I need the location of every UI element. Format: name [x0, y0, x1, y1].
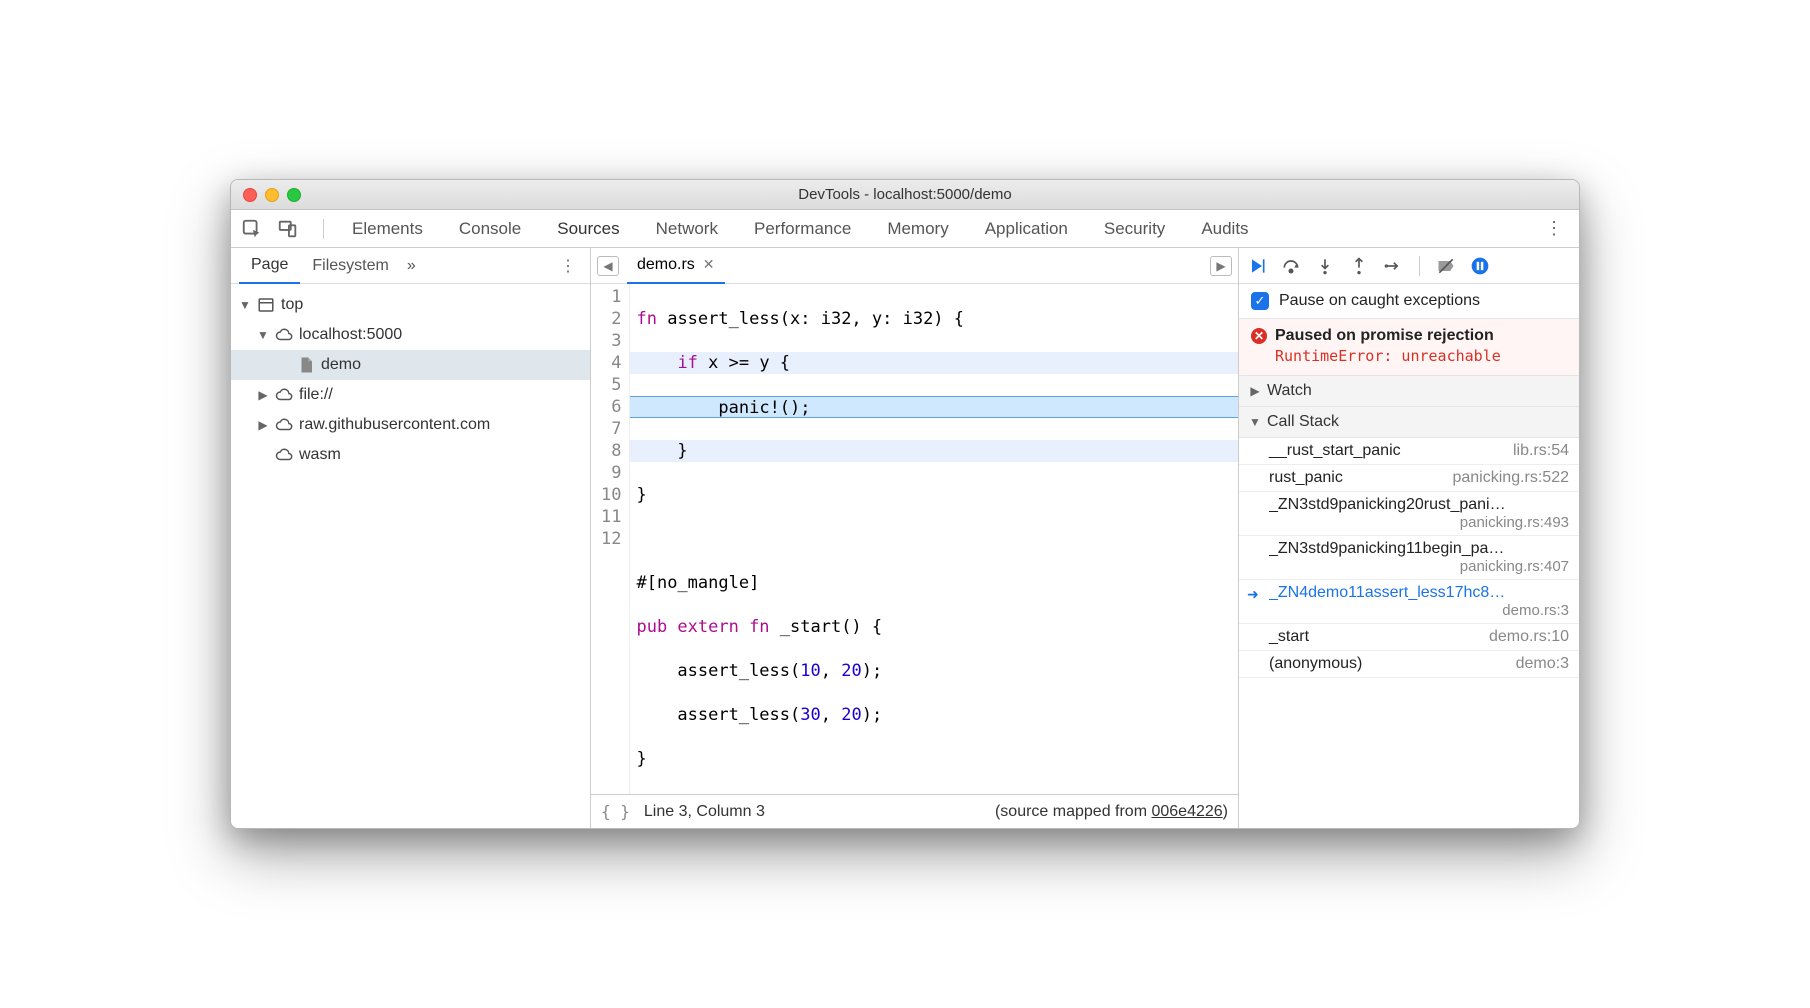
main-toolbar: Elements Console Sources Network Perform…	[231, 210, 1579, 248]
editor-statusbar: { } Line 3, Column 3 (source mapped from…	[591, 794, 1238, 828]
tree-label: wasm	[299, 446, 341, 464]
current-frame-icon: ➜	[1247, 586, 1259, 603]
tab-security[interactable]: Security	[1086, 219, 1183, 239]
tree-label: top	[281, 296, 303, 314]
sidebar-tabs-overflow[interactable]: »	[407, 257, 416, 275]
titlebar: DevTools - localhost:5000/demo	[231, 180, 1579, 210]
window-icon	[257, 296, 275, 314]
tree-label: localhost:5000	[299, 326, 402, 344]
callstack-frame[interactable]: _startdemo.rs:10	[1239, 624, 1579, 651]
tab-memory[interactable]: Memory	[869, 219, 966, 239]
pause-reason: ✕ Paused on promise rejection RuntimeErr…	[1239, 319, 1579, 376]
tree-label: file://	[299, 386, 333, 404]
nav-forward-icon[interactable]: ▶	[1210, 256, 1232, 276]
step-into-icon[interactable]	[1315, 256, 1335, 276]
debugger-pane: ✓ Pause on caught exceptions ✕ Paused on…	[1239, 248, 1579, 828]
inspect-icon[interactable]	[241, 218, 263, 240]
file-tab-label: demo.rs	[637, 256, 695, 274]
code-content[interactable]: fn assert_less(x: i32, y: i32) { if x >=…	[630, 284, 1238, 794]
code-editor: ◀ demo.rs ✕ ▶ 123456789101112 fn assert_…	[591, 248, 1239, 828]
tree-file-demo[interactable]: demo	[231, 350, 590, 380]
pause-caught-label: Pause on caught exceptions	[1279, 292, 1480, 310]
deactivate-breakpoints-icon[interactable]	[1436, 256, 1456, 276]
source-map-label: (source mapped from 006e4226)	[995, 803, 1228, 821]
tree-top[interactable]: ▼ top	[231, 290, 590, 320]
sidebar-kebab-icon[interactable]: ⋮	[554, 256, 582, 276]
cloud-icon	[275, 446, 293, 464]
cloud-icon	[275, 416, 293, 434]
tree-origin[interactable]: wasm	[231, 440, 590, 470]
cloud-icon	[275, 386, 293, 404]
tab-sources[interactable]: Sources	[539, 219, 637, 239]
callstack-frame[interactable]: _ZN3std9panicking20rust_pani… panicking.…	[1239, 492, 1579, 536]
cursor-position: Line 3, Column 3	[644, 803, 765, 821]
nav-back-icon[interactable]: ◀	[597, 256, 619, 276]
cloud-icon	[275, 326, 293, 344]
tab-audits[interactable]: Audits	[1183, 219, 1266, 239]
tab-performance[interactable]: Performance	[736, 219, 869, 239]
tree-origin[interactable]: ▶ file://	[231, 380, 590, 410]
kebab-menu-icon[interactable]: ⋮	[1539, 218, 1569, 239]
resume-icon[interactable]	[1247, 256, 1267, 276]
device-icon[interactable]	[277, 218, 299, 240]
pause-exceptions-icon[interactable]	[1470, 256, 1490, 276]
tree-label: demo	[321, 356, 361, 374]
tree-label: raw.githubusercontent.com	[299, 416, 490, 434]
callstack-frame-current[interactable]: ➜ _ZN4demo11assert_less17hc8… demo.rs:3	[1239, 580, 1579, 624]
error-icon: ✕	[1251, 328, 1267, 344]
pause-caught-row[interactable]: ✓ Pause on caught exceptions	[1239, 284, 1579, 319]
sidebar-tab-filesystem[interactable]: Filesystem	[300, 257, 400, 275]
tab-application[interactable]: Application	[967, 219, 1086, 239]
step-icon[interactable]	[1383, 256, 1403, 276]
close-tab-icon[interactable]: ✕	[703, 256, 715, 273]
line-gutter: 123456789101112	[591, 284, 630, 794]
devtools-window: DevTools - localhost:5000/demo Elements …	[230, 179, 1580, 829]
checkbox-checked-icon[interactable]: ✓	[1251, 292, 1269, 310]
sidebar-tab-page[interactable]: Page	[239, 248, 300, 284]
callstack-frame[interactable]: __rust_start_paniclib.rs:54	[1239, 438, 1579, 465]
pause-reason-title: Paused on promise rejection	[1275, 327, 1494, 345]
source-map-link[interactable]: 006e4226	[1151, 803, 1222, 820]
step-over-icon[interactable]	[1281, 256, 1301, 276]
navigator-sidebar: Page Filesystem » ⋮ ▼ top ▼ localhost:50…	[231, 248, 591, 828]
tree-origin[interactable]: ▼ localhost:5000	[231, 320, 590, 350]
callstack-frame[interactable]: _ZN3std9panicking11begin_pa… panicking.r…	[1239, 536, 1579, 580]
pretty-print-icon[interactable]: { }	[601, 802, 630, 821]
tab-elements[interactable]: Elements	[334, 219, 441, 239]
watch-panel-header[interactable]: ▶Watch	[1239, 376, 1579, 407]
tree-origin[interactable]: ▶ raw.githubusercontent.com	[231, 410, 590, 440]
window-title: DevTools - localhost:5000/demo	[231, 186, 1579, 203]
step-out-icon[interactable]	[1349, 256, 1369, 276]
file-tab-demo[interactable]: demo.rs ✕	[627, 248, 725, 284]
file-tree: ▼ top ▼ localhost:5000 demo	[231, 284, 590, 476]
callstack-panel-header[interactable]: ▼Call Stack	[1239, 407, 1579, 438]
callstack-frame[interactable]: (anonymous)demo:3	[1239, 651, 1579, 678]
callstack-frame[interactable]: rust_panicpanicking.rs:522	[1239, 465, 1579, 492]
pause-reason-message: RuntimeError: unreachable	[1275, 347, 1567, 365]
tab-network[interactable]: Network	[638, 219, 736, 239]
tab-console[interactable]: Console	[441, 219, 539, 239]
file-icon	[297, 356, 315, 374]
